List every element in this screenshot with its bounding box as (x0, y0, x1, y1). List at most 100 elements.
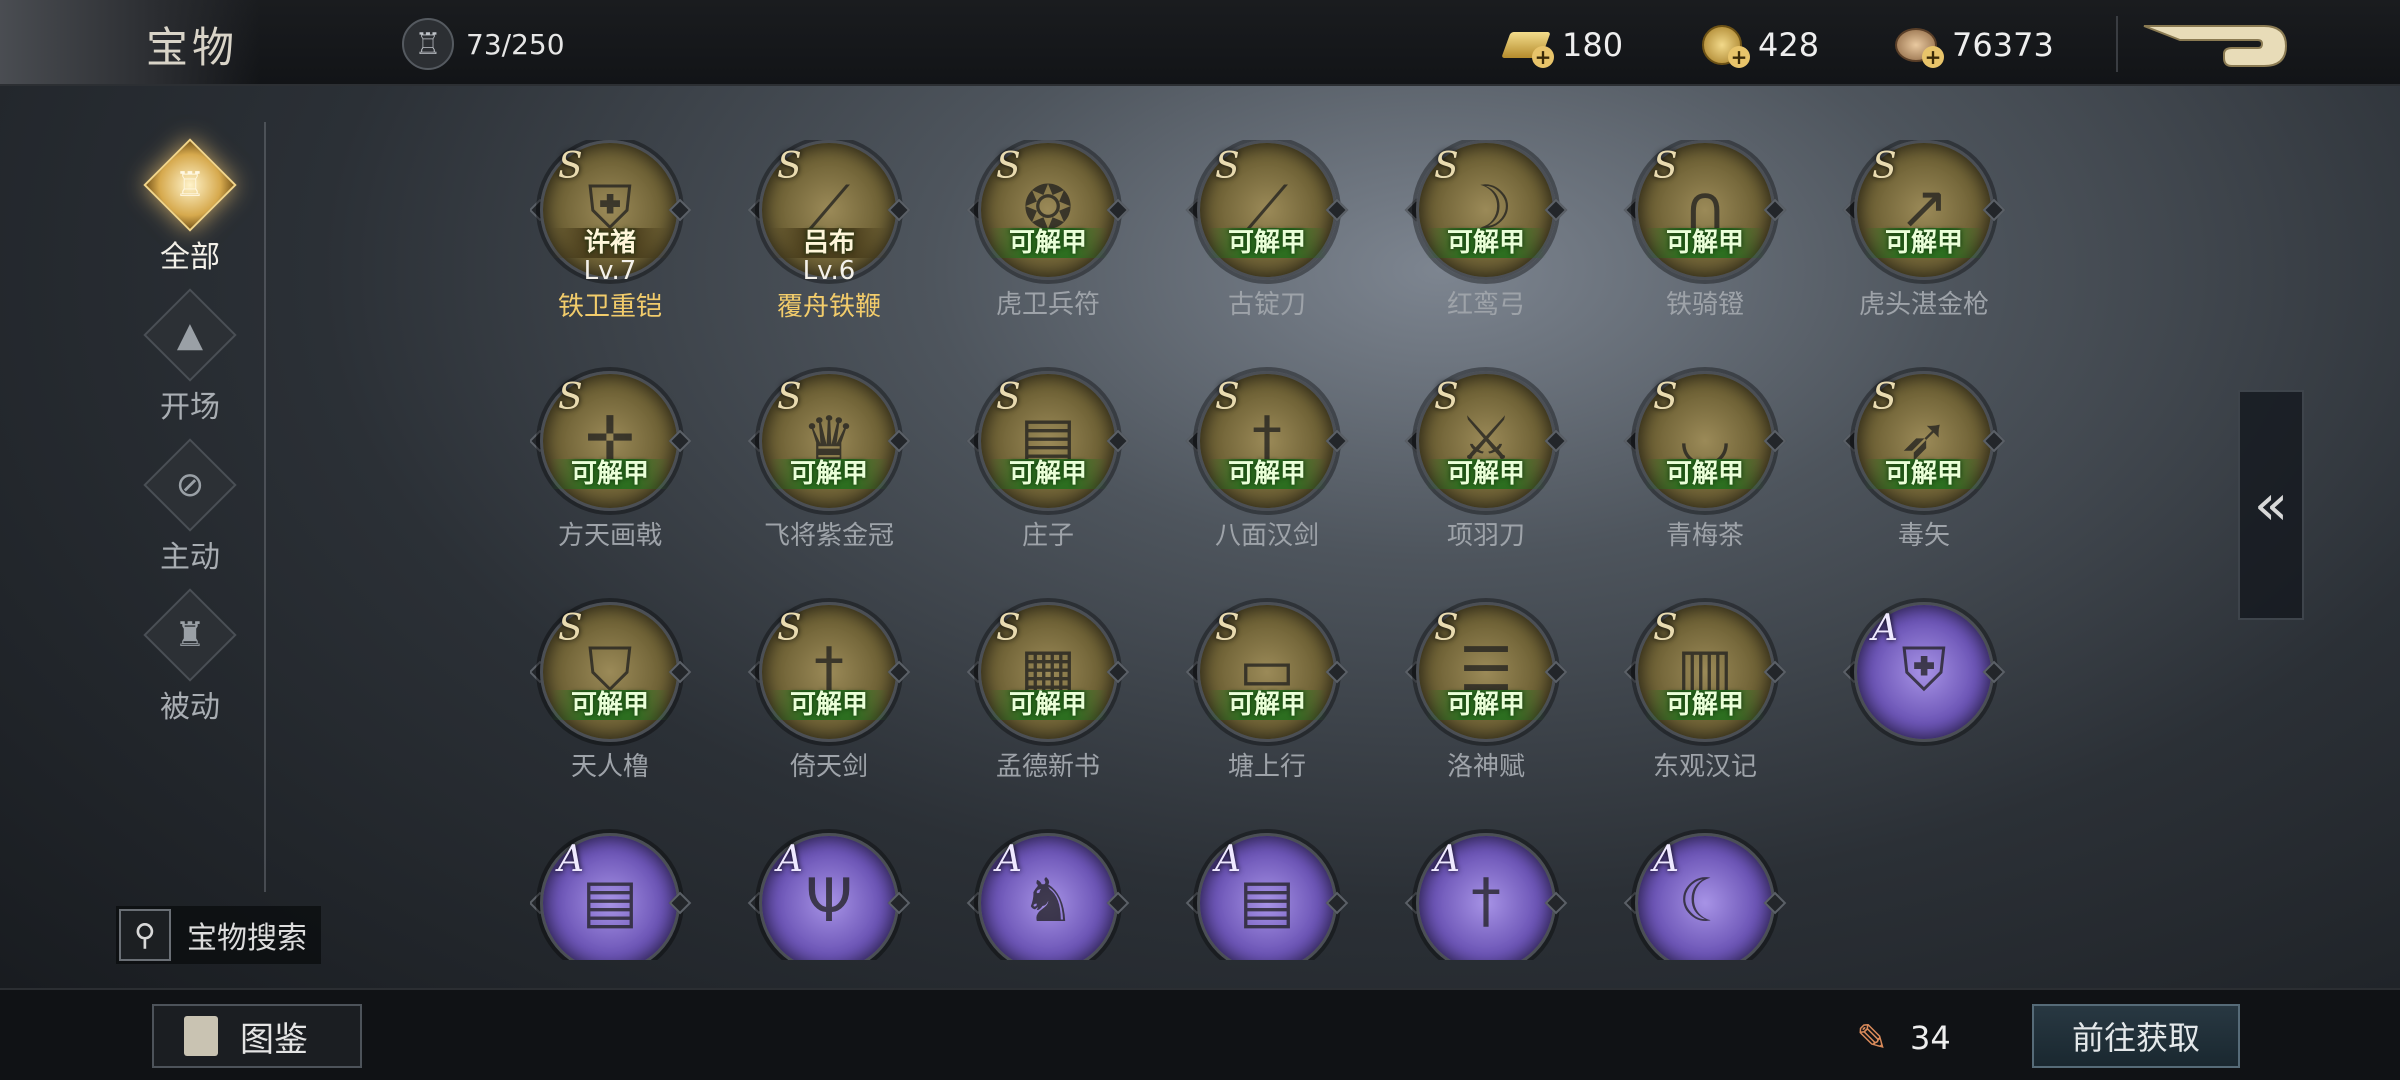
item-frame: S ⟋ 可解甲 (1185, 140, 1349, 280)
treasure-item[interactable]: S ⟋ 吕布 Lv.6 覆舟铁鞭 (747, 140, 911, 370)
disassemble-badge: 可解甲 (1207, 690, 1327, 720)
item-frame: A ▤ (1185, 833, 1349, 960)
disassemble-badge: 可解甲 (769, 459, 889, 489)
item-name: 铁卫重铠 (557, 292, 662, 322)
item-name: 东观汉记 (1652, 752, 1757, 782)
treasure-item[interactable]: S ⛉ 可解甲 天人橹 (530, 602, 692, 832)
treasure-item[interactable]: S † 可解甲 倚天剑 (747, 602, 911, 832)
cauldron-icon: ♖ (147, 142, 233, 228)
treasure-item[interactable]: S ▥ 可解甲 东观汉记 (1623, 602, 1787, 832)
item-name: 方天画戟 (557, 521, 662, 551)
copper-coin-resource[interactable]: + 76373 (1890, 18, 2054, 72)
treasure-item[interactable]: S ❂ 可解甲虎卫兵符 (966, 140, 1130, 370)
robe-icon: ♞ (1021, 866, 1075, 936)
item-frame: S ⚔ 可解甲 (1404, 371, 1568, 511)
item-name: 虎卫兵符 (995, 290, 1100, 320)
treasure-item[interactable]: S ∩ 可解甲 铁骑镫 (1623, 140, 1787, 370)
item-name: 青梅茶 (1665, 521, 1744, 551)
item-name: 八面汉剑 (1214, 521, 1319, 551)
disassemble-badge: 可解甲 (1426, 690, 1546, 720)
nav-item-passive[interactable]: ♜ 被动 (120, 592, 260, 732)
capacity-text: 73/250 (466, 27, 565, 61)
page-title: 宝物 (146, 23, 239, 72)
item-frame: S ▤ 可解甲 (966, 371, 1130, 511)
pyramid-icon: ▲ (147, 292, 233, 378)
collapse-left-icon: « (2253, 472, 2289, 538)
sword-icon: † (1471, 866, 1501, 936)
treasure-item[interactable]: S ⛨ 许褚 Lv.7 铁卫重铠 (530, 140, 692, 370)
treasure-item[interactable]: S ↗ 可解甲 虎头湛金枪 (1842, 140, 2006, 370)
feather-scroll-icon: ✎ (1856, 1016, 1888, 1060)
book-icon (184, 1016, 218, 1056)
treasure-item[interactable]: S ➶ 可解甲 毒矢 (1842, 371, 2006, 601)
item-frame: A † (1404, 833, 1568, 960)
owner-badge: 许褚 (550, 228, 670, 258)
treasure-item[interactable]: AΨ (747, 833, 911, 960)
item-frame: A ♞ (966, 833, 1130, 960)
token-count: 34 (1910, 1019, 1951, 1057)
treasure-item[interactable]: S ▭ 可解甲 塘上行 (1185, 602, 1349, 832)
item-level: Lv.6 (802, 256, 856, 286)
item-name: 孟德新书 (995, 752, 1100, 782)
disassemble-badge: 可解甲 (1207, 459, 1327, 489)
nav-divider (264, 122, 266, 892)
item-frame: S ◡ 可解甲 (1623, 371, 1787, 511)
treasure-item[interactable]: S ♛ 可解甲 飞将紫金冠 (747, 371, 911, 601)
strike-icon: ⊘ (147, 442, 233, 528)
book-icon: ▤ (581, 866, 639, 936)
gold-ingot-count: 180 (1562, 26, 1624, 64)
nav-item-all[interactable]: ♖ 全部 (120, 142, 260, 282)
book-icon: ▤ (1238, 866, 1296, 936)
treasure-item[interactable]: A ▤ (530, 833, 692, 960)
disassemble-badge: 可解甲 (1645, 690, 1765, 720)
treasure-item[interactable]: S ▦ 可解甲孟德新书 (966, 602, 1130, 832)
gold-ingot-icon: + (1500, 20, 1554, 70)
item-frame: A ▤ (530, 833, 692, 960)
collapse-panel-tab[interactable]: « (2238, 390, 2304, 620)
gold-coin-resource[interactable]: + 428 (1696, 18, 1819, 72)
item-name: 毒矢 (1897, 521, 1950, 551)
treasure-item[interactable]: A ♞ (966, 833, 1130, 960)
nav-item-active[interactable]: ⊘ 主动 (120, 442, 260, 582)
gold-ingot-resource[interactable]: + 180 (1500, 18, 1623, 72)
disassemble-badge: 可解甲 (550, 690, 670, 720)
codex-button[interactable]: 图鉴 (152, 1004, 362, 1068)
gold-coin-icon: + (1696, 20, 1750, 70)
treasure-item[interactable]: S ⟋ 可解甲 古锭刀 (1185, 140, 1349, 370)
item-frame: S ❂ 可解甲 (966, 140, 1130, 280)
treasure-item[interactable]: S † 可解甲八面汉剑 (1185, 371, 1349, 601)
disassemble-badge: 可解甲 (988, 228, 1108, 258)
disassemble-badge: 可解甲 (1426, 459, 1546, 489)
item-name: 项羽刀 (1446, 521, 1525, 551)
treasure-item[interactable]: S ▤ 可解甲 庄子 (966, 371, 1130, 601)
treasure-item[interactable]: S ☽ 可解甲 红鸾弓 (1404, 140, 1568, 370)
item-frame: A ☾ (1623, 833, 1787, 960)
treasure-item[interactable]: A † (1404, 833, 1568, 960)
item-frame: S ▦ 可解甲 (966, 602, 1130, 742)
treasure-item[interactable]: A ▤ (1185, 833, 1349, 960)
treasure-item[interactable]: S ◡ 可解甲青梅茶 (1623, 371, 1787, 601)
item-frame: AΨ (747, 833, 911, 960)
nav-item-opening[interactable]: ▲ 开场 (120, 292, 260, 432)
item-frame: S † 可解甲 (1185, 371, 1349, 511)
treasure-item[interactable]: S ☰ 可解甲 洛神赋 (1404, 602, 1568, 832)
goto-obtain-button[interactable]: 前往获取 (2032, 1004, 2240, 1068)
treasure-item[interactable]: S ⚔ 可解甲项羽刀 (1404, 371, 1568, 601)
glaive-icon: ☾ (1678, 866, 1732, 936)
item-frame: S ∩ 可解甲 (1623, 140, 1787, 280)
treasure-item[interactable]: S ✛ 可解甲方天画戟 (530, 371, 692, 601)
item-name: 塘上行 (1227, 752, 1306, 782)
item-frame: S ✛ 可解甲 (530, 371, 692, 511)
back-arrow-icon[interactable] (2140, 20, 2290, 72)
item-name: 覆舟铁鞭 (776, 292, 881, 322)
disassemble-badge: 可解甲 (1864, 228, 1984, 258)
treasure-item[interactable]: A ⛨ (1842, 602, 2006, 832)
treasure-search-button[interactable]: ⚲ 宝物搜索 (116, 906, 321, 964)
treasure-item[interactable]: A ☾ (1623, 833, 1787, 960)
copper-coin-icon: + (1890, 20, 1944, 70)
disassemble-badge: 可解甲 (988, 690, 1108, 720)
item-name: 虎头湛金枪 (1858, 290, 1989, 320)
nav-label: 被动 (160, 690, 220, 725)
cauldron-icon: ♖ (402, 18, 454, 70)
nav-label: 主动 (160, 540, 220, 575)
